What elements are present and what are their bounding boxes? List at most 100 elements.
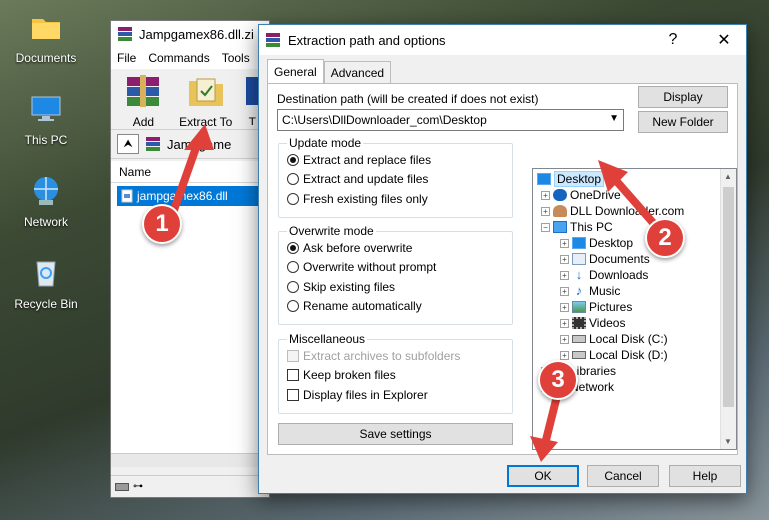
tab-general[interactable]: General [267, 59, 324, 83]
tree-node-onedrive[interactable]: + OneDrive [541, 187, 621, 203]
help-button[interactable]: Help [669, 465, 741, 487]
update-option-replace[interactable]: Extract and replace files [287, 150, 504, 170]
misc-option-subfolders: Extract archives to subfolders [287, 346, 504, 366]
radio[interactable] [287, 173, 299, 186]
documents-icon [572, 253, 586, 265]
tab-advanced[interactable]: Advanced [323, 61, 392, 83]
option-label: Display files in Explorer [303, 387, 428, 402]
folder-tree[interactable]: Desktop + OneDrive + DLL Downloader.com … [532, 168, 737, 450]
tree-node-videos[interactable]: + Videos [560, 315, 625, 331]
tree-label: DLL Downloader.com [570, 204, 685, 218]
expand-icon[interactable]: + [560, 286, 569, 296]
general-tab-panel: Destination path (will be created if doe… [267, 83, 738, 455]
desktop-icon-this-pc[interactable]: This PC [8, 92, 84, 147]
file-list: jampgamex86.dll [111, 183, 269, 453]
expand-icon[interactable]: + [560, 302, 569, 312]
network-icon [34, 177, 58, 205]
misc-option-keep-broken[interactable]: Keep broken files [287, 366, 504, 386]
radio[interactable] [287, 261, 299, 274]
menu-tools[interactable]: Tools [222, 51, 250, 65]
radio[interactable] [287, 192, 299, 205]
tree-node-music[interactable]: + ♪ Music [560, 283, 620, 299]
tree-node-user[interactable]: + DLL Downloader.com [541, 203, 684, 219]
winrar-icon [118, 27, 132, 41]
close-button[interactable]: ✕ [702, 25, 746, 55]
save-settings-button[interactable]: Save settings [278, 423, 513, 445]
tree-node-downloads[interactable]: + ↓ Downloads [560, 267, 648, 283]
display-button[interactable]: Display [638, 86, 728, 108]
miscellaneous-group: Miscellaneous Extract archives to subfol… [278, 332, 513, 414]
expand-icon[interactable]: + [560, 254, 569, 264]
file-name: jampgamex86.dll [137, 189, 228, 203]
tree-node-pc-desktop[interactable]: + Desktop [560, 235, 633, 251]
destination-path-input[interactable]: C:\Users\DllDownloader_com\Desktop ▼ [277, 109, 624, 131]
drive-status-icon [115, 482, 129, 491]
drive-icon [572, 351, 586, 359]
new-folder-button[interactable]: New Folder [638, 111, 728, 133]
expand-icon[interactable]: + [560, 334, 569, 344]
radio[interactable] [287, 280, 299, 293]
misc-option-display-explorer[interactable]: Display files in Explorer [287, 385, 504, 405]
checkbox-disabled [287, 349, 299, 362]
expand-icon[interactable]: + [560, 350, 569, 360]
tree-node-documents[interactable]: + Documents [560, 251, 650, 267]
checkbox[interactable] [287, 369, 299, 382]
expand-icon[interactable]: + [541, 206, 550, 216]
cancel-button[interactable]: Cancel [587, 465, 659, 487]
desktop-icon-label: Documents [15, 51, 77, 65]
update-option-update[interactable]: Extract and update files [287, 170, 504, 190]
option-label: Extract archives to subfolders [303, 348, 461, 363]
dialog-titlebar: Extraction path and options ? ✕ [259, 25, 746, 55]
tree-node-this-pc[interactable]: − This PC [541, 219, 613, 235]
extract-to-button[interactable]: Extract To [178, 73, 234, 129]
file-row[interactable]: jampgamex86.dll [117, 186, 267, 206]
up-folder-button[interactable]: ⮝ [117, 134, 139, 154]
collapse-icon[interactable]: − [541, 222, 550, 232]
update-option-fresh[interactable]: Fresh existing files only [287, 189, 504, 209]
tree-node-pictures[interactable]: + Pictures [560, 299, 632, 315]
checkbox[interactable] [287, 388, 299, 401]
tree-label: Music [589, 284, 621, 298]
extraction-dialog: Extraction path and options ? ✕ General … [258, 24, 747, 494]
menu-commands[interactable]: Commands [148, 51, 209, 65]
scroll-thumb[interactable] [723, 187, 734, 407]
tree-node-desktop[interactable]: Desktop [537, 171, 605, 187]
expand-icon[interactable]: + [560, 318, 569, 328]
step-marker-2: 2 [645, 218, 685, 258]
scroll-down-icon[interactable]: ▼ [724, 437, 732, 446]
tree-node-disk-c[interactable]: + Local Disk (C:) [560, 331, 668, 347]
horizontal-scrollbar[interactable] [111, 453, 269, 467]
expand-icon[interactable]: + [560, 238, 569, 248]
help-title-button[interactable]: ? [651, 25, 695, 55]
desktop-icon [537, 173, 551, 185]
pictures-icon [572, 301, 586, 313]
radio[interactable] [287, 300, 299, 313]
desktop-icon-documents[interactable]: Documents [8, 10, 84, 65]
expand-icon[interactable]: + [541, 190, 550, 200]
overwrite-mode-legend: Overwrite mode [289, 224, 374, 238]
add-button[interactable]: Add [119, 73, 168, 129]
question-icon: ? [668, 31, 678, 48]
tree-scrollbar[interactable]: ▲ ▼ [720, 169, 736, 449]
scroll-up-icon[interactable]: ▲ [724, 172, 732, 181]
overwrite-option-rename[interactable]: Rename automatically [287, 297, 504, 317]
tree-label: Documents [589, 252, 650, 266]
ok-button[interactable]: OK [507, 465, 579, 487]
chevron-down-icon[interactable]: ▼ [609, 113, 619, 124]
computer-icon [553, 221, 567, 233]
column-header-name[interactable]: Name [111, 161, 269, 183]
overwrite-option-no-prompt[interactable]: Overwrite without prompt [287, 258, 504, 278]
desktop-icon-network[interactable]: Network [8, 174, 84, 229]
radio-selected[interactable] [287, 241, 299, 254]
extract-folder-icon [188, 78, 223, 106]
overwrite-option-skip[interactable]: Skip existing files [287, 277, 504, 297]
desktop-icon-recycle-bin[interactable]: Recycle Bin [8, 256, 84, 311]
overwrite-option-ask[interactable]: Ask before overwrite [287, 238, 504, 258]
archive-path[interactable]: Jampgame [167, 137, 231, 152]
expand-icon[interactable]: + [560, 270, 569, 280]
update-mode-legend: Update mode [289, 136, 362, 150]
tree-label: This PC [570, 220, 613, 234]
tree-node-disk-d[interactable]: + Local Disk (D:) [560, 347, 668, 363]
menu-file[interactable]: File [117, 51, 136, 65]
radio-selected[interactable] [287, 153, 299, 166]
